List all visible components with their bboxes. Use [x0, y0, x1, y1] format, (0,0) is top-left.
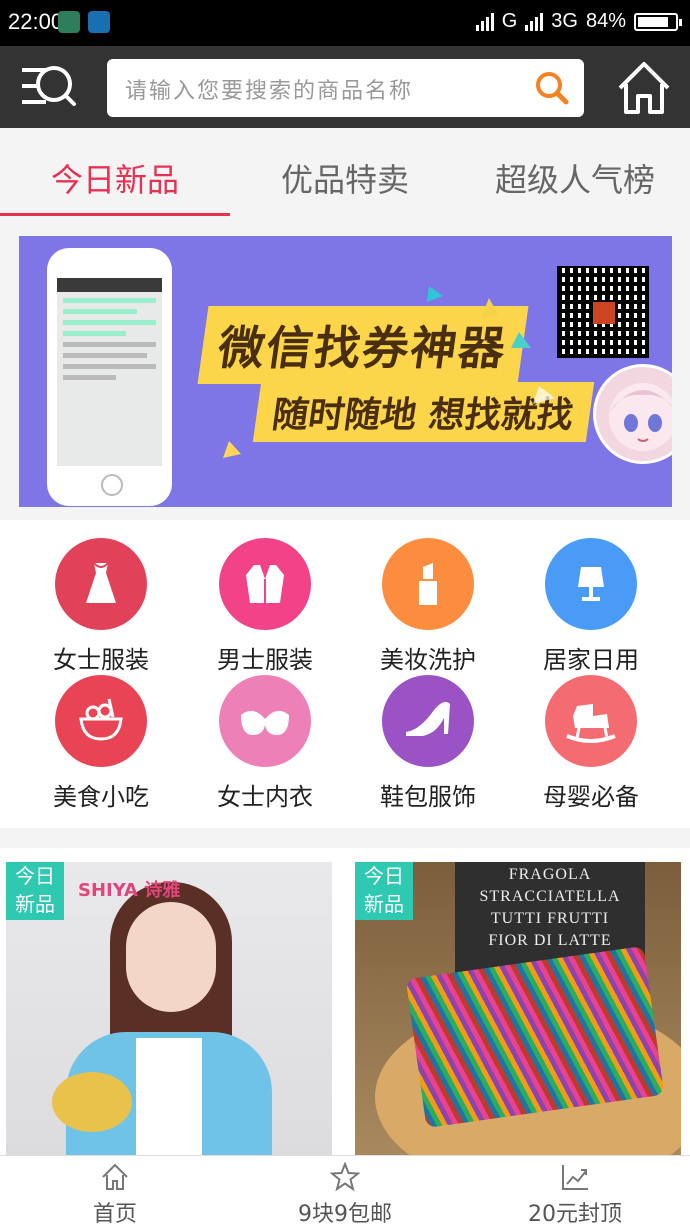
trend-chart-icon — [562, 1165, 588, 1190]
tab-special-sale[interactable]: 优品特卖 — [230, 128, 460, 216]
nav-label: 首页 — [92, 1202, 137, 1227]
star-icon — [330, 1162, 360, 1192]
nav-label: 9块9包邮 — [298, 1202, 392, 1227]
battery-icon — [634, 12, 682, 31]
category-tabs: 今日新品 优品特卖 超级人气榜 — [0, 128, 690, 216]
product-brand: SHIYA 诗雅 — [78, 880, 181, 901]
food-bowl-icon — [55, 675, 147, 767]
nav-label: 20元封顶 — [528, 1202, 622, 1227]
network-type-1: G — [501, 10, 518, 32]
category-food-snacks[interactable]: 美食小吃 — [19, 675, 183, 812]
category-label: 美食小吃 — [53, 783, 149, 811]
category-mother-baby[interactable]: 母婴必备 — [509, 675, 673, 812]
category-grid: 女士服装 男士服装 美妆洗护 居家日用 美食小吃 女士内衣 鞋包服饰 母婴必备 — [0, 520, 690, 828]
product-card[interactable]: SHIYA 诗雅 今日 新品 — [6, 862, 332, 1158]
promo-banner[interactable]: 微信找券神器 随时随地 想找就找 — [19, 236, 672, 507]
search-box[interactable]: 请输入您要搜索的商品名称 — [107, 59, 584, 117]
signal-icon-2 — [525, 12, 544, 31]
search-icon[interactable] — [534, 70, 570, 106]
suit-icon — [219, 538, 311, 630]
app-notification-icon — [58, 11, 80, 33]
category-beauty-care[interactable]: 美妆洗护 — [346, 538, 510, 675]
search-input[interactable]: 请输入您要搜索的商品名称 — [125, 73, 413, 105]
banner-decorations — [223, 286, 555, 458]
category-home-daily[interactable]: 居家日用 — [509, 538, 673, 675]
dress-icon — [55, 538, 147, 630]
category-shoes-bags[interactable]: 鞋包服饰 — [346, 675, 510, 812]
nav-free-shipping[interactable]: 9块9包邮 — [230, 1156, 460, 1228]
category-men-clothing[interactable]: 男士服装 — [183, 538, 347, 675]
network-type-2: 3G — [551, 10, 578, 32]
category-label: 美妆洗护 — [380, 646, 476, 674]
bottom-navigation: 首页 9块9包邮 20元封顶 — [0, 1155, 690, 1228]
menu-search-icon[interactable] — [16, 58, 78, 116]
category-women-clothing[interactable]: 女士服装 — [19, 538, 183, 675]
battery-percent: 84% — [585, 10, 626, 32]
new-today-badge: 今日 新品 — [355, 862, 413, 920]
category-label: 女士服装 — [53, 646, 149, 674]
status-bar: 22:00 G 3G 84% — [0, 0, 690, 46]
category-label: 居家日用 — [543, 646, 639, 674]
home-icon[interactable] — [614, 58, 674, 118]
tab-new-today[interactable]: 今日新品 — [0, 128, 230, 216]
bra-icon — [219, 675, 311, 767]
app-header: 请输入您要搜索的商品名称 — [0, 46, 690, 128]
lamp-icon — [545, 538, 637, 630]
lipstick-icon — [382, 538, 474, 630]
product-list: SHIYA 诗雅 今日 新品 FRAGOLA STRACCIATELLA TUTT… — [0, 848, 690, 1158]
battery-level — [638, 16, 669, 27]
category-women-underwear[interactable]: 女士内衣 — [183, 675, 347, 812]
home-icon — [102, 1163, 128, 1190]
category-label: 母婴必备 — [543, 783, 639, 811]
category-label: 男士服装 — [217, 646, 313, 674]
rocking-horse-icon — [545, 675, 637, 767]
tab-popular-ranking[interactable]: 超级人气榜 — [460, 128, 690, 216]
nav-price-cap[interactable]: 20元封顶 — [460, 1156, 690, 1228]
product-card[interactable]: FRAGOLA STRACCIATELLA TUTTI FRUTTI FIOR … — [355, 862, 681, 1158]
status-time: 22:00 — [8, 9, 64, 34]
high-heel-icon — [382, 675, 474, 767]
category-label: 鞋包服饰 — [380, 783, 476, 811]
nav-home[interactable]: 首页 — [0, 1156, 230, 1228]
new-today-badge: 今日 新品 — [6, 862, 64, 920]
screenshot-notification-icon — [88, 11, 110, 33]
category-label: 女士内衣 — [217, 783, 313, 811]
signal-icon — [475, 12, 494, 31]
